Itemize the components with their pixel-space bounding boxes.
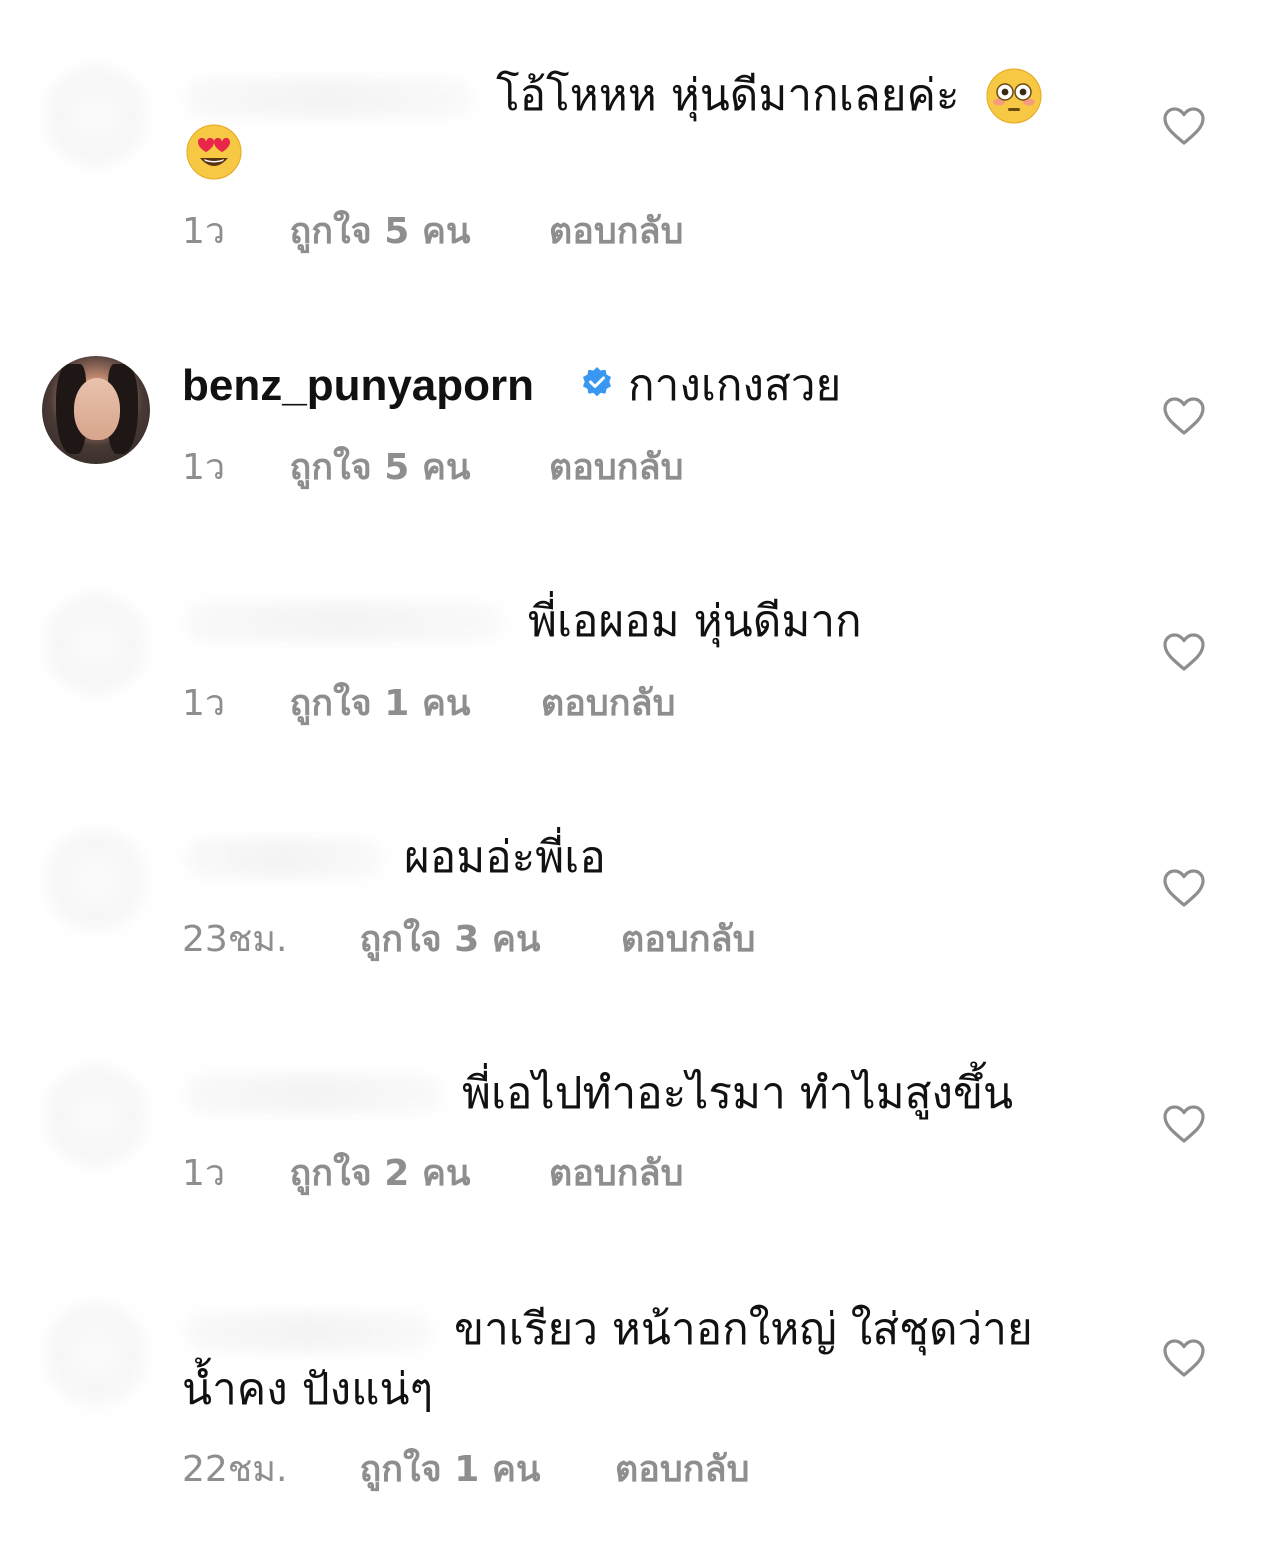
- comment-text: น้ำคง ปังแน่ๆ: [182, 1364, 434, 1415]
- reply-button[interactable]: ตอบกลับ: [549, 210, 684, 254]
- username-redacted: [184, 1312, 434, 1352]
- comment-meta: 1ว ถูกใจ 1 คน ตอบกลับ: [182, 682, 675, 726]
- username-redacted: [184, 78, 474, 118]
- comment-text: ขาเรียว หน้าอกใหญ่ ใส่ชุดว่าย: [454, 1304, 1033, 1355]
- username-redacted: [184, 838, 384, 878]
- verified-badge-icon: [583, 367, 611, 397]
- likes-count[interactable]: ถูกใจ 1 คน: [289, 682, 529, 726]
- comment-time: 23ชม.: [182, 919, 288, 960]
- comment-meta: 1ว ถูกใจ 5 คน ตอบกลับ: [182, 446, 683, 490]
- heart-outline-icon[interactable]: [1162, 1338, 1206, 1378]
- likes-count[interactable]: ถูกใจ 1 คน: [359, 1448, 603, 1492]
- reply-button[interactable]: ตอบกลับ: [621, 918, 756, 962]
- likes-count[interactable]: ถูกใจ 5 คน: [289, 446, 537, 490]
- avatar[interactable]: [42, 62, 150, 170]
- heart-outline-icon[interactable]: [1162, 396, 1206, 436]
- comment-time: 22ชม.: [182, 1449, 288, 1490]
- comment-time: 1ว: [182, 447, 226, 488]
- avatar[interactable]: [42, 1062, 150, 1170]
- comment-time: 1ว: [182, 1153, 226, 1194]
- reply-button[interactable]: ตอบกลับ: [541, 682, 676, 726]
- username-redacted: [184, 602, 504, 642]
- comment-meta: 22ชม. ถูกใจ 1 คน ตอบกลับ: [182, 1448, 749, 1492]
- comment-text: กางเกงสวย: [628, 360, 842, 411]
- comment-meta: 1ว ถูกใจ 2 คน ตอบกลับ: [182, 1152, 683, 1196]
- comment-time: 1ว: [182, 683, 226, 724]
- avatar[interactable]: [42, 356, 150, 464]
- comment-text: ผอมอ่ะพี่เอ: [404, 832, 606, 883]
- reply-button[interactable]: ตอบกลับ: [615, 1448, 750, 1492]
- avatar[interactable]: [42, 826, 150, 934]
- heart-outline-icon[interactable]: [1162, 106, 1206, 146]
- avatar[interactable]: [42, 1300, 150, 1408]
- username[interactable]: benz_punyaporn: [182, 356, 534, 416]
- comment-text: โอ้โหหห หุ่นดีมากเลยค่ะ: [496, 70, 960, 121]
- heart-outline-icon[interactable]: [1162, 868, 1206, 908]
- comment-text: พี่เอผอม หุ่นดีมาก: [528, 596, 862, 647]
- avatar-face: [74, 378, 120, 440]
- comment-time: 1ว: [182, 211, 226, 252]
- likes-count[interactable]: ถูกใจ 3 คน: [359, 918, 609, 962]
- flushed-face-emoji: [986, 68, 1042, 124]
- avatar[interactable]: [42, 590, 150, 698]
- comment-meta: 23ชม. ถูกใจ 3 คน ตอบกลับ: [182, 918, 755, 962]
- comment-meta: 1ว ถูกใจ 5 คน ตอบกลับ: [182, 210, 683, 254]
- username-redacted: [184, 1074, 444, 1114]
- heart-outline-icon[interactable]: [1162, 1104, 1206, 1144]
- heart-eyes-emoji: [186, 124, 242, 180]
- comment-text: พี่เอไปทำอะไรมา ทำไมสูงขึ้น: [462, 1068, 1014, 1119]
- heart-outline-icon[interactable]: [1162, 632, 1206, 672]
- likes-count[interactable]: ถูกใจ 2 คน: [289, 1152, 537, 1196]
- likes-count[interactable]: ถูกใจ 5 คน: [289, 210, 537, 254]
- reply-button[interactable]: ตอบกลับ: [549, 446, 684, 490]
- reply-button[interactable]: ตอบกลับ: [549, 1152, 684, 1196]
